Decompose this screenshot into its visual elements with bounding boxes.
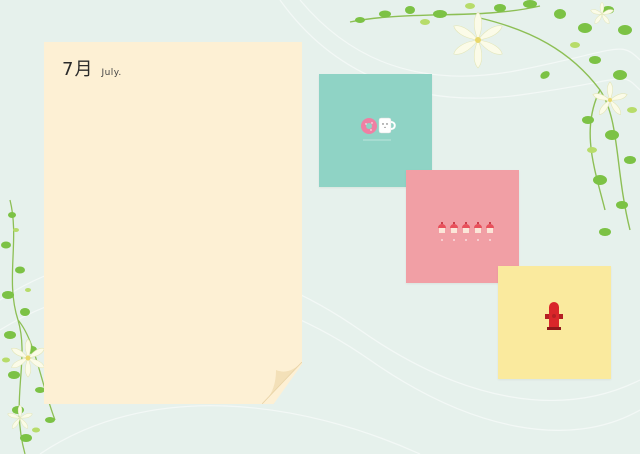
- cupcake-icon: [462, 222, 470, 233]
- month-title-chinese: 7月: [62, 59, 94, 80]
- cupcake-icon: [438, 222, 446, 233]
- donut-icon: [361, 118, 377, 134]
- page-curl-corner: [262, 362, 302, 404]
- lily-flower-tiny-icon: [590, 1, 614, 24]
- month-title: 7月 July.: [62, 55, 122, 81]
- cupcake-icon: [450, 222, 458, 233]
- coffee-mug-icon: [378, 117, 396, 134]
- note-paper: [44, 42, 302, 404]
- month-title-english: July.: [101, 68, 122, 78]
- floating-leaf-icon: [540, 71, 550, 79]
- fire-hydrant-icon: [545, 302, 563, 330]
- fire-hydrant-card: [498, 266, 611, 379]
- cupcake-icon: [474, 222, 482, 233]
- cupcake-icon: [486, 222, 494, 233]
- lily-flower-icon: [453, 11, 503, 69]
